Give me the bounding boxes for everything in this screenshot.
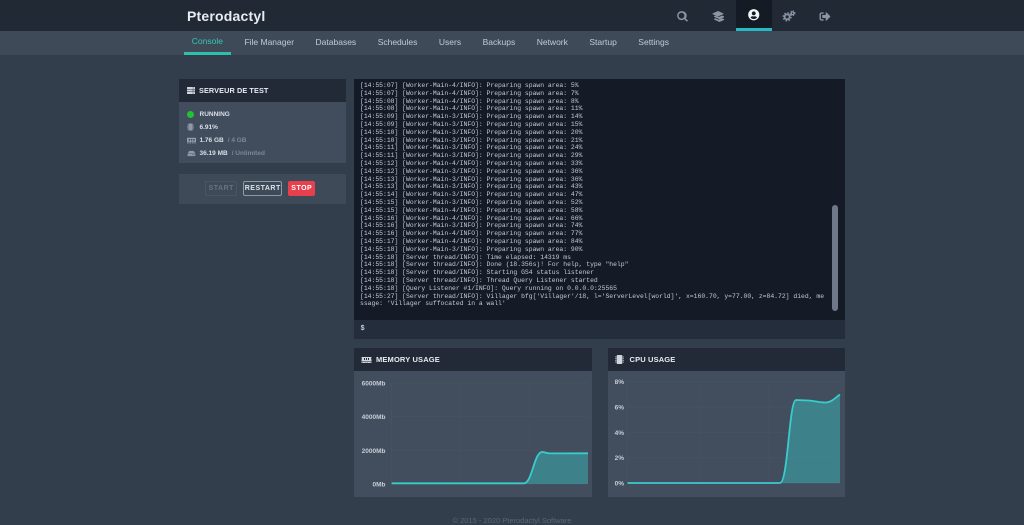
svg-text:8%: 8% — [614, 379, 624, 386]
svg-text:4%: 4% — [614, 430, 624, 437]
svg-text:0%: 0% — [614, 481, 624, 488]
svg-text:0Mb: 0Mb — [372, 481, 385, 488]
svg-text:6%: 6% — [614, 405, 624, 412]
svg-text:6000Mb: 6000Mb — [361, 381, 385, 388]
svg-text:2%: 2% — [614, 455, 624, 462]
svg-text:4000Mb: 4000Mb — [361, 414, 385, 421]
svg-text:2000Mb: 2000Mb — [361, 448, 385, 455]
